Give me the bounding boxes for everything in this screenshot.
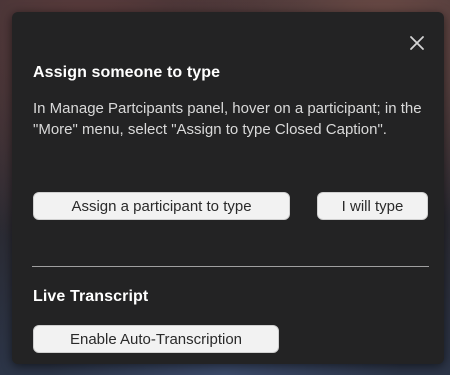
assign-participant-button[interactable]: Assign a participant to type	[33, 192, 290, 220]
i-will-type-button[interactable]: I will type	[317, 192, 428, 220]
closed-caption-popover: Assign someone to type In Manage Partcip…	[12, 12, 444, 364]
live-transcript-title: Live Transcript	[33, 288, 149, 305]
assign-instructions: In Manage Partcipants panel, hover on a …	[33, 100, 422, 138]
close-icon	[410, 36, 424, 50]
assign-section-title: Assign someone to type	[33, 64, 221, 81]
close-button[interactable]	[408, 34, 426, 52]
section-divider	[32, 266, 429, 267]
enable-auto-transcription-button[interactable]: Enable Auto-Transcription	[33, 325, 279, 353]
